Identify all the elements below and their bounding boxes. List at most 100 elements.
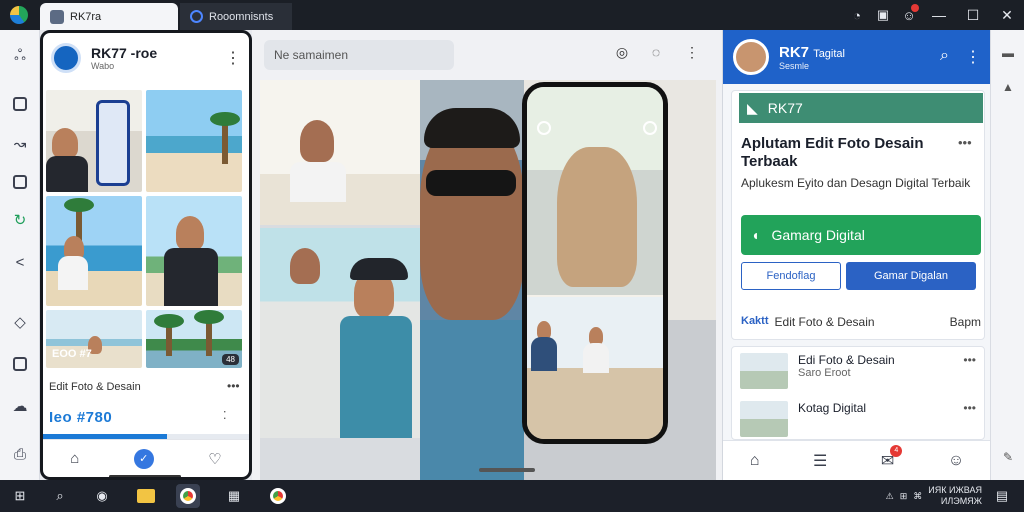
more-horizontal-icon[interactable]: •••	[958, 135, 972, 150]
heart-icon[interactable]: ♡	[208, 450, 221, 468]
chat-bubble-icon[interactable]: ◌	[646, 44, 666, 64]
chat-icon[interactable]	[0, 350, 40, 378]
photo-portrait[interactable]	[420, 80, 524, 480]
tab-active[interactable]: RK7ra	[40, 3, 178, 30]
photo-llama[interactable]	[527, 87, 663, 295]
tab-inactive[interactable]: Rooomnisnts	[180, 3, 292, 30]
notification-dot	[911, 4, 919, 12]
panel-title-suffix: Tagital	[813, 47, 845, 60]
bookmark-icon[interactable]: ▣	[870, 0, 896, 30]
close-button[interactable]: ✕	[990, 0, 1024, 30]
sunglasses	[426, 170, 516, 196]
messages-icon[interactable]: ✉ 4	[881, 444, 903, 471]
profile-icon[interactable]: ☺	[948, 452, 964, 470]
panel-icon[interactable]: ▬	[991, 46, 1024, 60]
tag-icon[interactable]: ◇	[0, 308, 40, 336]
search-icon[interactable]: ◎	[612, 44, 632, 64]
app-title: Aplutam Edit Foto Desain Terbaak	[741, 135, 924, 170]
panel-bottom-nav: ⌂ ☰ ✉ 4 ☺	[723, 440, 990, 480]
phone-subtitle: Wabo	[91, 61, 115, 71]
system-tray: ⚠ ⊞ ⌘ ИЯК ИЖВАЯ ИЛЭМЯЖ	[886, 480, 982, 512]
phone-mockup[interactable]	[522, 82, 668, 444]
check-icon[interactable]: ✓	[133, 448, 154, 469]
tile-caption: EOO #7	[52, 348, 92, 360]
list-thumbnail	[740, 401, 788, 437]
app-subtitle: Aplukesm Eyito dan Desagn Digital Terbai…	[741, 176, 971, 190]
hub-icon[interactable]: ஃ	[0, 42, 40, 70]
panel-header: RK7 Tagital Sesmle ⌕ ⋮	[723, 30, 990, 84]
photo-classroom[interactable]	[527, 297, 663, 439]
row-text: Edit Foto & Desain	[774, 315, 875, 329]
print-icon[interactable]: ⎙	[0, 440, 40, 468]
account-icon[interactable]: ☺	[896, 0, 922, 30]
notification-badge: 4	[890, 444, 903, 457]
scrollbar[interactable]: ▬ ▲ ✎	[990, 30, 1024, 480]
more-horizontal-icon[interactable]: •••	[963, 353, 976, 367]
camera-icon[interactable]	[537, 121, 551, 135]
network-icon[interactable]: ⊞	[900, 491, 908, 502]
brand-logo-icon	[51, 43, 81, 73]
home-icon[interactable]: ⌂	[70, 450, 79, 467]
edit-icon[interactable]: ✎	[991, 450, 1024, 464]
minimize-button[interactable]: —	[922, 0, 956, 30]
share-icon[interactable]: <	[0, 248, 40, 276]
start-icon[interactable]: ⊞	[8, 484, 32, 508]
brand-bar[interactable]: ◣ RK77	[739, 93, 983, 123]
browser-icon[interactable]	[266, 484, 290, 508]
settings-icon[interactable]	[643, 121, 657, 135]
photo-tile[interactable]	[146, 196, 242, 306]
clock-date: ИЛЭМЯЖ	[940, 496, 982, 506]
dots-icon[interactable]: ⁚	[223, 409, 227, 422]
search-icon[interactable]: ⌕	[48, 484, 72, 508]
photo-woman-room[interactable]	[260, 80, 420, 225]
avatar[interactable]	[733, 39, 769, 75]
timer-icon[interactable]: ◔	[844, 0, 870, 30]
search-icon[interactable]: ⌕	[940, 47, 949, 67]
photo-couple[interactable]	[260, 228, 420, 438]
maximize-button[interactable]: ☐	[956, 0, 990, 30]
edit-icon[interactable]	[0, 90, 40, 118]
home-indicator	[479, 468, 535, 472]
tab-circle-icon	[190, 10, 203, 23]
clock-time: ИЯК ИЖВАЯ	[928, 485, 982, 495]
list-item-title: Edi Foto & Desain	[798, 353, 895, 367]
info-row[interactable]: Kaktt Edit Foto & Desain Bapm	[741, 315, 981, 329]
primary-action-button[interactable]: ◖ Gamarg Digital	[741, 215, 981, 255]
phone-preview: RK77 -roe Wabo ⋮ EOO #7 48 Edit Foto & D…	[40, 30, 252, 480]
confirm-button[interactable]: Gamar Digalan	[846, 262, 976, 290]
more-icon[interactable]: ⋮	[225, 48, 241, 68]
grid-icon[interactable]: ▦	[222, 484, 246, 508]
scroll-up-icon[interactable]: ▲	[991, 80, 1024, 94]
folder-icon[interactable]	[134, 484, 158, 508]
photo-tile[interactable]	[146, 90, 242, 192]
more-horizontal-icon[interactable]: •••	[963, 401, 976, 415]
list-item[interactable]: Edi Foto & Desain Saro Eroot •••	[740, 353, 976, 393]
more-icon[interactable]: ⋮	[682, 44, 702, 64]
photo-tile[interactable]	[46, 90, 142, 192]
photo-tile[interactable]	[46, 196, 142, 306]
sync-icon[interactable]: ↻	[0, 206, 40, 234]
language-icon[interactable]: ⌘	[913, 491, 922, 502]
list-thumbnail	[740, 353, 788, 389]
search-input[interactable]: Ne samaimen	[264, 40, 454, 70]
photo-tile[interactable]: EOO #7	[46, 310, 142, 368]
notifications-icon[interactable]: ▤	[990, 484, 1014, 508]
clock[interactable]: ИЯК ИЖВАЯ ИЛЭМЯЖ	[928, 485, 982, 507]
secondary-button[interactable]: Fendoflag	[741, 262, 841, 290]
list-icon[interactable]: ☰	[813, 451, 827, 471]
warning-icon[interactable]: ⚠	[886, 491, 894, 502]
more-horizontal-icon[interactable]: •••	[227, 379, 240, 393]
cloud-icon[interactable]: ☁	[0, 392, 40, 420]
flag-icon: ◖	[751, 227, 760, 243]
app-icon[interactable]: ◉	[90, 484, 114, 508]
photo-tile[interactable]: 48	[146, 310, 242, 368]
app-logo-icon	[10, 6, 28, 24]
phone-bottom-nav: ⌂ ✓ ♡	[43, 439, 249, 477]
list-item[interactable]: Kotag Digital •••	[740, 401, 976, 441]
home-icon[interactable]: ⌂	[750, 452, 760, 470]
gesture-icon[interactable]: ↝	[0, 130, 40, 158]
more-icon[interactable]: ⋮	[965, 47, 981, 67]
upload-icon[interactable]	[0, 168, 40, 196]
list-item-title: Kotag Digital	[798, 401, 867, 415]
chrome-icon[interactable]	[176, 484, 200, 508]
